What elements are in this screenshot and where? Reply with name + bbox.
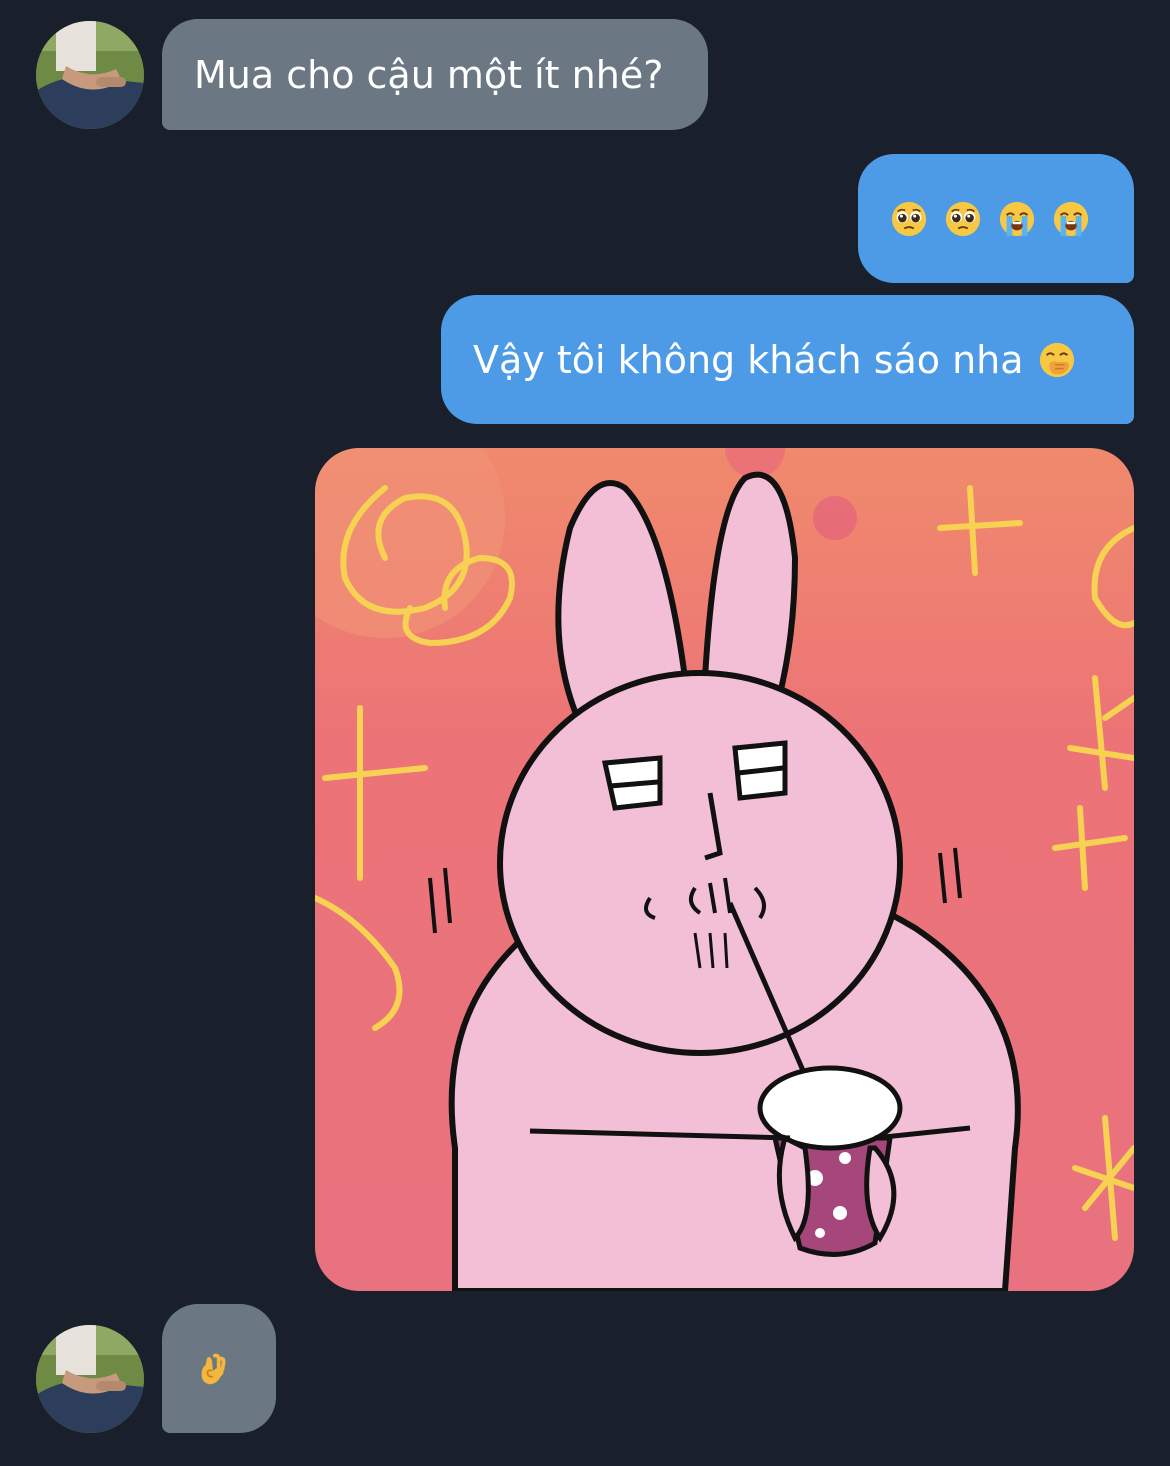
contact-avatar[interactable] [36,21,144,129]
pleading-face-icon [891,201,927,236]
rabbit-sticker[interactable] [315,448,1134,1291]
loudly-crying-face-icon [1053,201,1089,236]
emoji-row [890,200,1090,238]
chat-thread: Mua cho cậu một ít nhé? Vậy tôi không kh… [0,0,1170,1466]
message-text: Vậy tôi không khách sáo nha [473,337,1024,382]
face-with-hand-over-mouth-icon [1039,342,1074,377]
pleading-face-icon [945,201,981,236]
ok-hand-icon [201,1353,226,1384]
avatar-photo [36,1325,144,1433]
incoming-message-bubble[interactable]: Mua cho cậu một ít nhé? [162,19,708,130]
message-text: Mua cho cậu một ít nhé? [194,52,664,97]
loudly-crying-face-icon [999,201,1035,236]
outgoing-message-bubble[interactable]: Vậy tôi không khách sáo nha [441,295,1134,424]
avatar-photo [36,21,144,129]
contact-avatar[interactable] [36,1325,144,1433]
incoming-emoji-bubble[interactable] [162,1304,276,1433]
rabbit-drinking-tea-illustration [315,448,1134,1291]
outgoing-emoji-bubble[interactable] [858,154,1134,283]
